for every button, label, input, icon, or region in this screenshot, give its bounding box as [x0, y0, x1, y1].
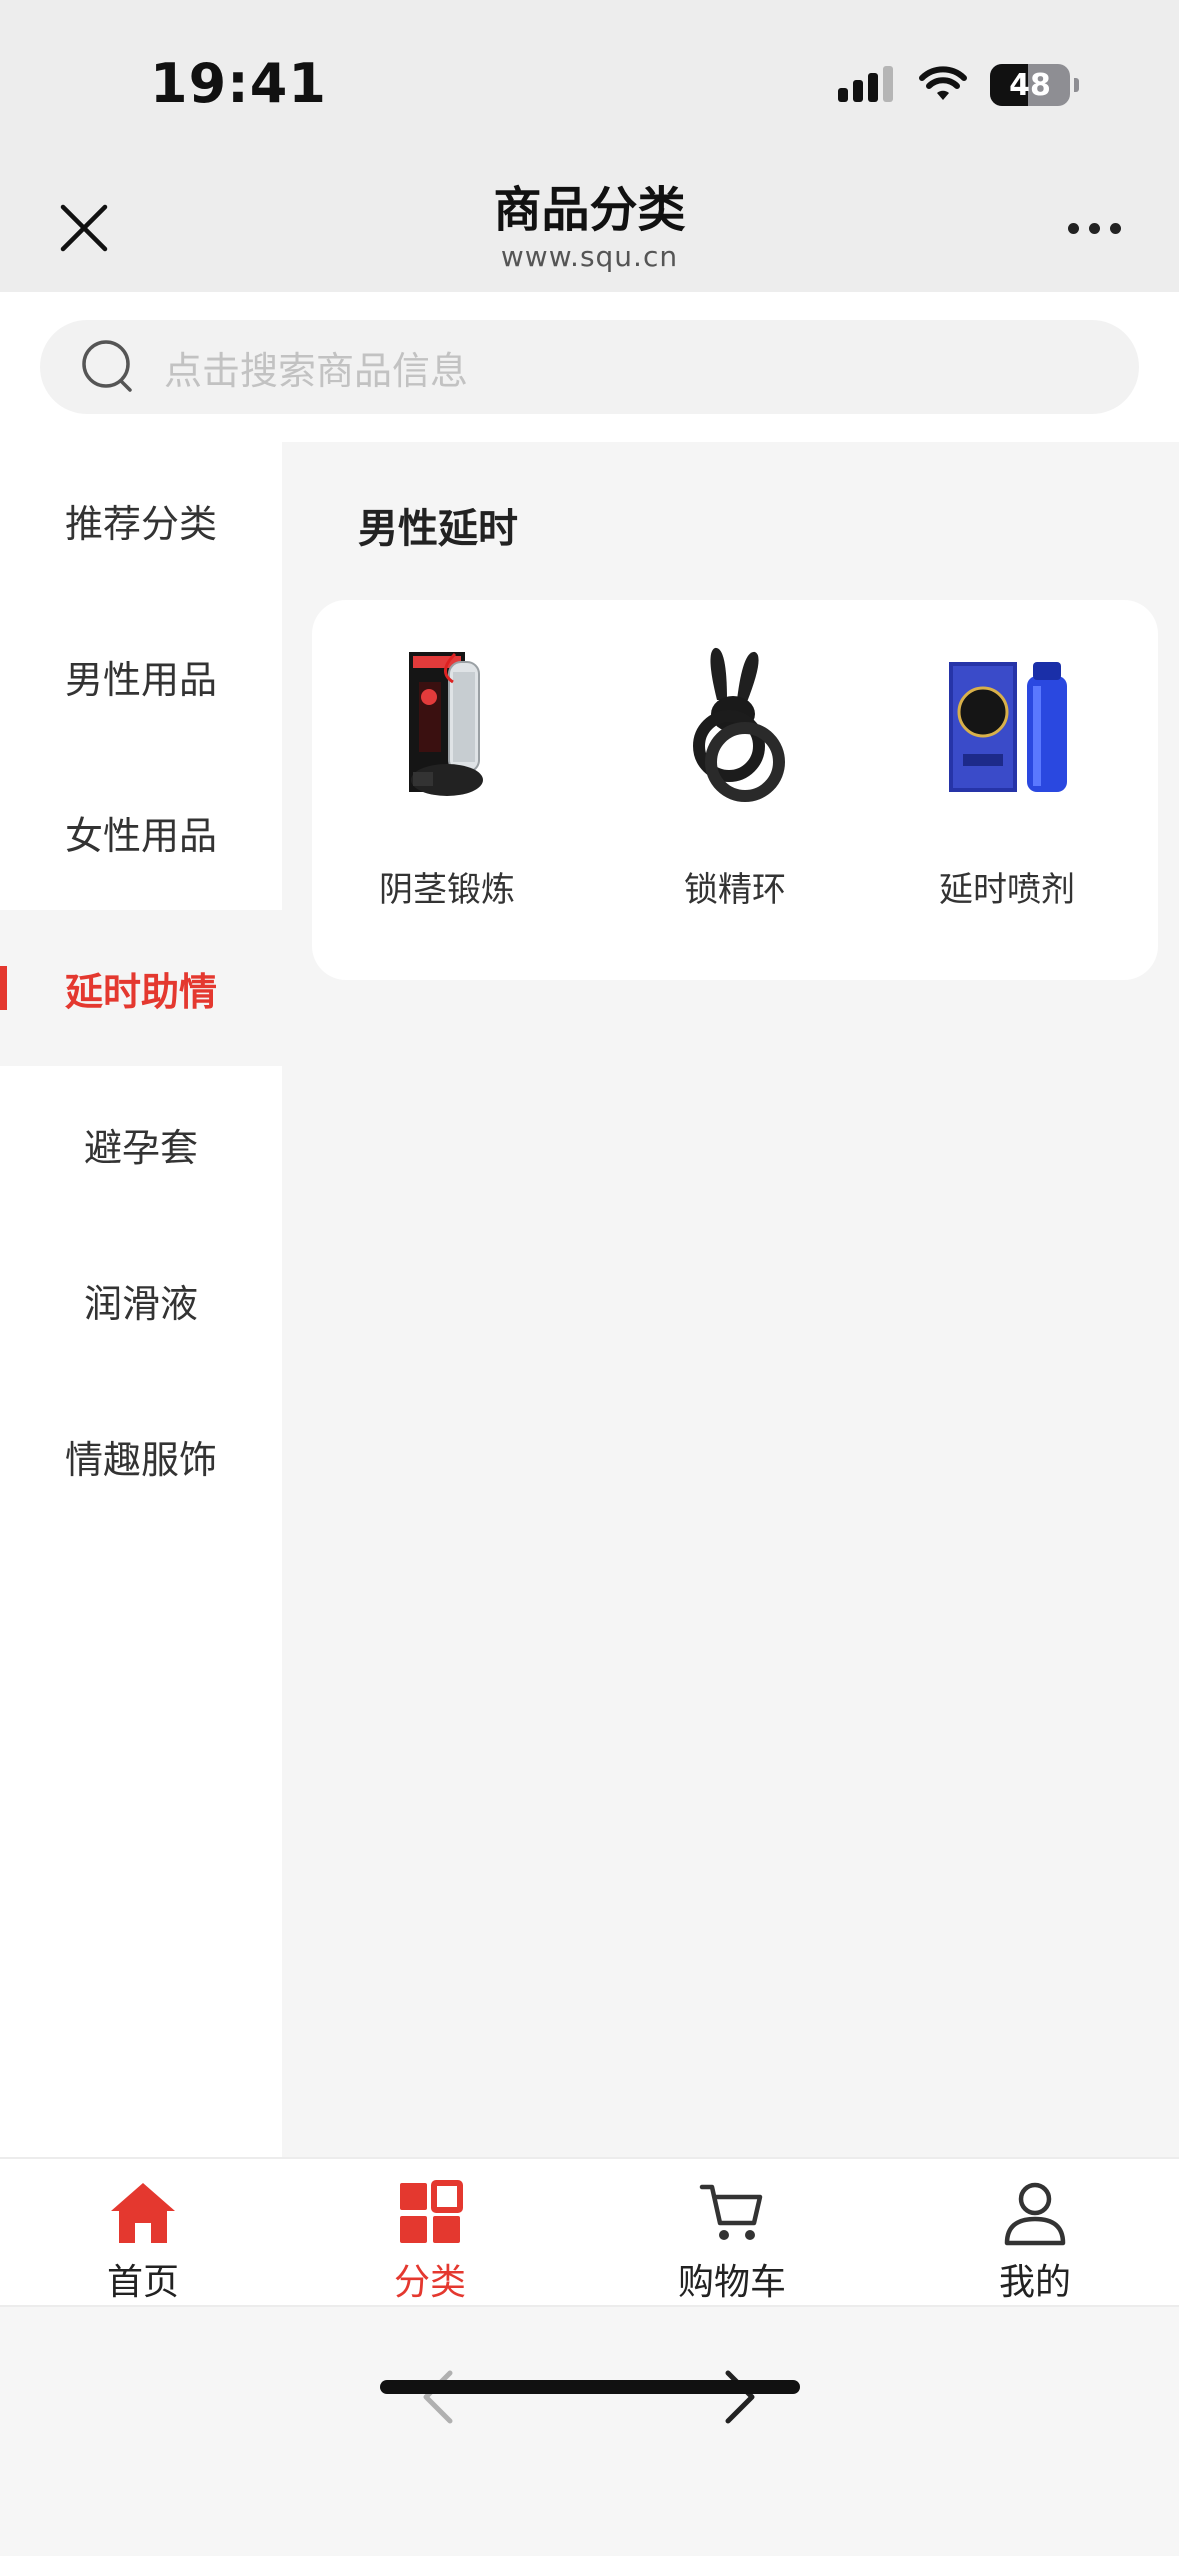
product-label: 延时喷剂 — [939, 870, 1075, 910]
tab-profile[interactable]: 我的 — [935, 2159, 1135, 2309]
chevron-right-icon — [725, 2370, 755, 2424]
battery-cap — [1074, 78, 1079, 92]
penis-pump-product-image — [409, 652, 483, 796]
browser-nav-bar — [0, 2307, 1179, 2556]
top-bar: 19:41 48 商品分类 www.squ.cn — [0, 0, 1179, 292]
sidebar-item-label: 推荐分类 — [64, 501, 217, 546]
sidebar-item-delay[interactable]: 延时助情 — [0, 910, 282, 1066]
sidebar-item-label: 延时助情 — [64, 969, 217, 1014]
bottom-tab-bar: 首页 分类 购物车 我的 — [0, 2157, 1179, 2307]
tab-cart[interactable]: 购物车 — [632, 2159, 832, 2309]
sidebar-item-label: 润滑液 — [83, 1281, 198, 1326]
search-placeholder: 点击搜索商品信息 — [164, 348, 469, 393]
category-grid-icon — [400, 2180, 463, 2243]
chevron-left-icon — [423, 2370, 453, 2424]
sidebar-item-men[interactable]: 男性用品 — [0, 598, 282, 754]
sidebar-item-label: 避孕套 — [83, 1125, 198, 1170]
product-label: 锁精环 — [684, 870, 786, 910]
category-sidebar: 推荐分类 男性用品 女性用品 延时助情 避孕套 润滑液 情趣服饰 — [0, 442, 282, 2157]
page-title: 商品分类 — [493, 182, 686, 238]
section-title: 男性延时 — [358, 506, 518, 552]
status-icons: 48 — [838, 64, 1079, 106]
sidebar-empty-space — [0, 1534, 282, 2157]
battery-icon: 48 — [990, 64, 1070, 106]
search-icon — [82, 340, 132, 392]
battery-level: 48 — [1009, 67, 1051, 103]
product-card: 阴茎锻炼 锁精环 延时喷剂 — [312, 600, 1158, 980]
status-bar: 19:41 48 — [0, 0, 1179, 160]
tab-category[interactable]: 分类 — [330, 2159, 530, 2309]
more-menu-button[interactable] — [1059, 200, 1129, 256]
search-input[interactable]: 点击搜索商品信息 — [40, 320, 1139, 414]
sidebar-item-label: 情趣服饰 — [64, 1437, 217, 1482]
sidebar-item-condoms[interactable]: 避孕套 — [0, 1066, 282, 1222]
tab-label: 分类 — [393, 2262, 466, 2303]
more-dot — [1088, 222, 1100, 234]
search-area: 点击搜索商品信息 — [0, 292, 1179, 442]
page-subtitle: www.squ.cn — [500, 240, 679, 273]
product-item[interactable]: 锁精环 — [600, 630, 870, 950]
sidebar-item-label: 女性用品 — [64, 813, 217, 858]
status-time: 19:41 — [150, 52, 327, 115]
cart-icon — [699, 2184, 763, 2240]
forward-button[interactable] — [700, 2357, 780, 2437]
tab-label: 首页 — [106, 2262, 179, 2303]
nav-header: 商品分类 www.squ.cn — [0, 160, 1179, 292]
tab-label: 购物车 — [677, 2262, 786, 2303]
delay-spray-product-image — [949, 662, 1067, 792]
home-indicator — [380, 2380, 800, 2394]
sidebar-item-lingerie[interactable]: 情趣服饰 — [0, 1378, 282, 1534]
cock-ring-product-image — [693, 647, 785, 802]
sidebar-item-recommended[interactable]: 推荐分类 — [0, 442, 282, 598]
wifi-icon — [919, 66, 967, 100]
tab-label: 我的 — [998, 2262, 1071, 2303]
product-label: 阴茎锻炼 — [379, 870, 515, 910]
more-dot — [1067, 222, 1079, 234]
product-item[interactable]: 延时喷剂 — [872, 630, 1142, 950]
cellular-signal-icon — [838, 66, 893, 102]
sidebar-item-women[interactable]: 女性用品 — [0, 754, 282, 910]
tab-home[interactable]: 首页 — [43, 2159, 243, 2309]
product-item[interactable]: 阴茎锻炼 — [312, 630, 582, 950]
sidebar-item-label: 男性用品 — [64, 657, 217, 702]
sidebar-item-lubricant[interactable]: 润滑液 — [0, 1222, 282, 1378]
back-button[interactable] — [398, 2357, 478, 2437]
home-icon — [111, 2183, 175, 2243]
user-icon — [1004, 2182, 1066, 2246]
more-dot — [1109, 222, 1121, 234]
title-block: 商品分类 www.squ.cn — [0, 180, 1179, 274]
